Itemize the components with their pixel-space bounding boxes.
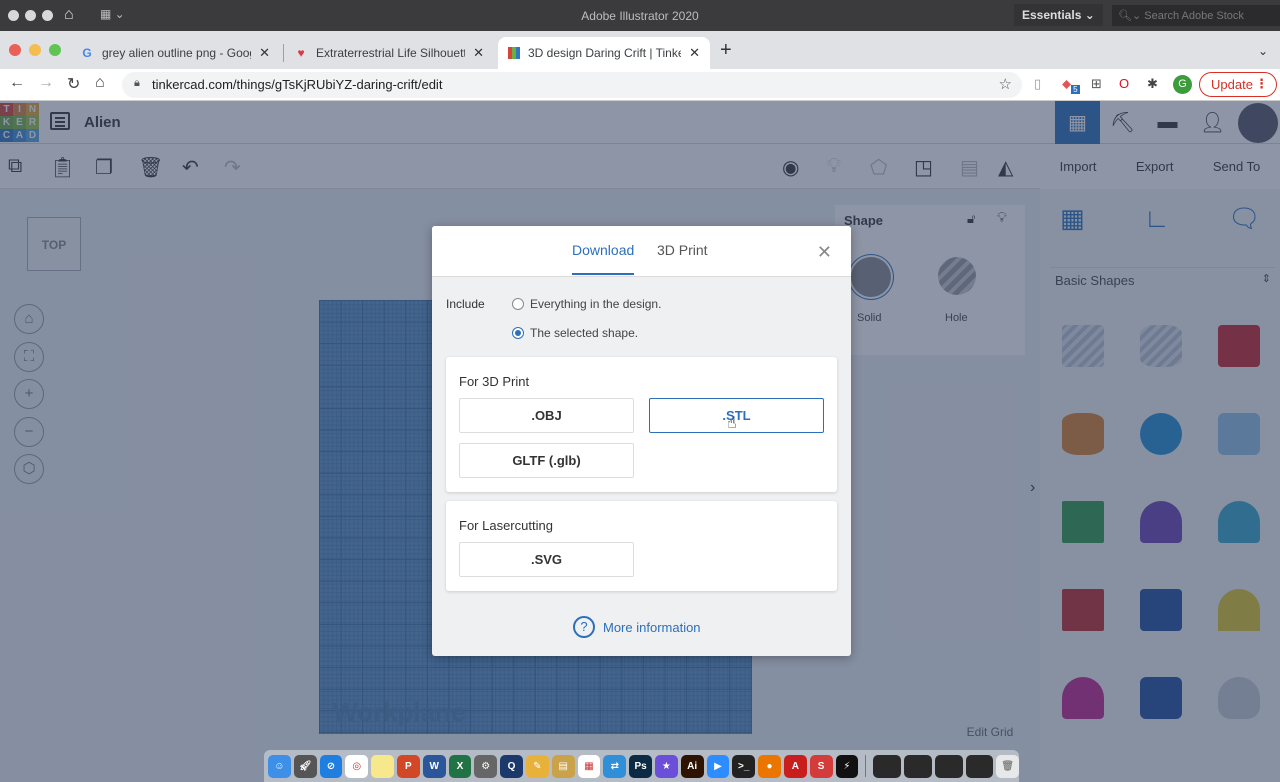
bookmark-star-icon[interactable]: ☆ bbox=[999, 75, 1012, 93]
macos-dock: ☺ 🚀︎ ⊘ ◎ P W X ⚙ Q ✎ ▤ ▦ ⇄ Ps ★ Ai ▶ >_ ● A S ⚡ 🗑︎ bbox=[264, 750, 1020, 782]
tab-label: grey alien outline png - Google bbox=[102, 46, 252, 60]
dock-finder-icon[interactable]: ☺ bbox=[268, 754, 291, 778]
close-tab-icon[interactable]: ✕ bbox=[473, 45, 484, 61]
extensions-puzzle-icon[interactable]: ✱ bbox=[1147, 76, 1158, 92]
dock-quicktime-icon[interactable]: Q bbox=[500, 754, 523, 778]
dock-pages-icon[interactable]: ✎ bbox=[525, 754, 549, 778]
new-tab-button[interactable]: + bbox=[720, 39, 732, 62]
dock-chrome-icon[interactable]: ◎ bbox=[345, 754, 369, 778]
adobe-stock-search[interactable]: 🔍︎⌄ Search Adobe Stock bbox=[1112, 5, 1280, 26]
close-window-button[interactable] bbox=[9, 44, 21, 56]
update-button[interactable]: Update ⋮ bbox=[1199, 72, 1277, 97]
forward-button[interactable]: → bbox=[38, 74, 54, 92]
traffic-lights[interactable] bbox=[9, 44, 61, 56]
close-tab-icon[interactable]: ✕ bbox=[689, 45, 700, 61]
minimized-window-3[interactable] bbox=[934, 754, 963, 778]
extension-grid-icon[interactable]: ⊞ bbox=[1091, 76, 1102, 92]
option-label: Everything in the design. bbox=[530, 297, 662, 311]
dock-illustrator-icon[interactable]: Ai bbox=[680, 754, 704, 778]
option-everything[interactable]: Everything in the design. bbox=[512, 297, 661, 311]
dock-microsoft-autoupdate-icon[interactable]: ▦ bbox=[577, 754, 601, 778]
dock-zoom-icon[interactable]: ▶ bbox=[706, 754, 730, 778]
gltf-button[interactable]: GLTF (.glb) bbox=[459, 443, 634, 478]
dock-notes-icon[interactable] bbox=[371, 754, 394, 778]
dock-sketchup-icon[interactable]: S bbox=[809, 754, 833, 778]
dock-launchpad-icon[interactable]: 🚀︎ bbox=[293, 754, 317, 778]
dock-powerpoint-icon[interactable]: P bbox=[396, 754, 420, 778]
dock-separator bbox=[865, 755, 867, 777]
section-lasercutting: For Lasercutting .SVG bbox=[446, 501, 837, 591]
google-icon: G bbox=[82, 46, 92, 60]
dock-word-icon[interactable]: W bbox=[422, 754, 446, 778]
dock-acrobat-icon[interactable]: A bbox=[783, 754, 807, 778]
workspace-switcher[interactable]: Essentials ⌄ bbox=[1014, 4, 1103, 26]
lock-icon[interactable]: 🔒︎ bbox=[134, 77, 140, 90]
include-label: Include bbox=[446, 297, 485, 311]
tab-label: Extraterrestrial Life Silhouette bbox=[316, 46, 466, 60]
dock-flashprint-icon[interactable]: ⚡ bbox=[835, 754, 859, 778]
dock-safari-icon[interactable]: ⊘ bbox=[319, 754, 343, 778]
more-info-label: More information bbox=[603, 619, 701, 635]
hand-cursor-icon: ☝ bbox=[727, 415, 737, 432]
dock-photoshop-icon[interactable]: Ps bbox=[629, 754, 652, 778]
tab-tinkercad[interactable]: 3D design Daring Crift | Tinkercad ✕ bbox=[498, 37, 710, 69]
minimize-window-button[interactable] bbox=[29, 44, 41, 56]
kebab-menu-icon[interactable]: ⋮ bbox=[1255, 76, 1268, 92]
option-label: The selected shape. bbox=[530, 326, 639, 340]
minimized-window-1[interactable] bbox=[873, 754, 902, 778]
tab-google-search[interactable]: G grey alien outline png - Google ✕ bbox=[70, 37, 280, 69]
svg-button[interactable]: .SVG bbox=[459, 542, 634, 577]
section-3d-print: For 3D Print .OBJ .STL GLTF (.glb) bbox=[446, 357, 837, 492]
dock-terminal-icon[interactable]: >_ bbox=[732, 754, 756, 778]
back-button[interactable]: ← bbox=[9, 74, 25, 92]
extension-badge-icon[interactable]: ⬥ 5 bbox=[1062, 76, 1080, 94]
tab-search-chevron-icon[interactable]: ⌄ bbox=[1258, 44, 1268, 58]
close-icon[interactable]: ✕ bbox=[817, 242, 832, 263]
section-title: For 3D Print bbox=[459, 374, 530, 389]
opera-icon[interactable]: O bbox=[1119, 76, 1129, 91]
minimized-window-2[interactable] bbox=[904, 754, 932, 778]
dock-archive-utility-icon[interactable]: ▤ bbox=[551, 754, 575, 778]
radio-everything[interactable] bbox=[512, 298, 524, 310]
minimized-window-4[interactable] bbox=[965, 754, 994, 778]
profile-avatar[interactable]: G bbox=[1173, 75, 1192, 94]
option-selected-shape[interactable]: The selected shape. bbox=[512, 326, 638, 340]
extension-page-icon[interactable]: ▯ bbox=[1034, 76, 1041, 92]
close-tab-icon[interactable]: ✕ bbox=[259, 45, 270, 61]
browser-toolbar: ← → ↻ ⌂ 🔒︎ tinkercad.com/things/gTsKjRUb… bbox=[0, 69, 1280, 101]
dock-migration-icon[interactable]: ⇄ bbox=[603, 754, 627, 778]
tab-3d-print[interactable]: 3D Print bbox=[657, 242, 708, 273]
dock-blender-icon[interactable]: ● bbox=[758, 754, 781, 778]
dock-imovie-icon[interactable]: ★ bbox=[654, 754, 678, 778]
export-dialog: Download 3D Print ✕ Include Everything i… bbox=[432, 226, 851, 656]
address-bar[interactable]: 🔒︎ tinkercad.com/things/gTsKjRUbiYZ-dari… bbox=[122, 72, 1022, 98]
dock-trash-icon[interactable]: 🗑︎ bbox=[996, 754, 1020, 778]
reload-button[interactable]: ↻ bbox=[67, 74, 80, 94]
dock-system-preferences-icon[interactable]: ⚙ bbox=[474, 754, 498, 778]
search-placeholder: Search Adobe Stock bbox=[1144, 10, 1244, 22]
section-title: For Lasercutting bbox=[459, 518, 553, 533]
url-text: tinkercad.com/things/gTsKjRUbiYZ-daring-… bbox=[152, 77, 443, 92]
maximize-window-button[interactable] bbox=[49, 44, 61, 56]
tab-download[interactable]: Download bbox=[572, 242, 635, 275]
home-button[interactable]: ⌂ bbox=[95, 74, 105, 92]
radio-selected-shape[interactable] bbox=[512, 327, 524, 339]
tab-label: 3D design Daring Crift | Tinkercad bbox=[528, 46, 681, 60]
extension-badge-count: 5 bbox=[1071, 84, 1080, 94]
dock-excel-icon[interactable]: X bbox=[448, 754, 472, 778]
update-label: Update bbox=[1211, 77, 1253, 92]
tinkercad-icon bbox=[508, 47, 520, 59]
illustrator-menubar: ⌂ ▦ ⌄ Adobe Illustrator 2020 Essentials … bbox=[0, 0, 1280, 31]
dialog-header: Download 3D Print ✕ bbox=[432, 226, 851, 277]
help-icon: ? bbox=[573, 616, 595, 638]
obj-button[interactable]: .OBJ bbox=[459, 398, 634, 433]
tab-extraterrestrial[interactable]: ♥ Extraterrestrial Life Silhouette ✕ bbox=[284, 37, 494, 69]
workspace-label: Essentials bbox=[1022, 8, 1082, 22]
more-information-link[interactable]: ? More information bbox=[573, 616, 701, 638]
heart-icon: ♥ bbox=[297, 46, 305, 60]
